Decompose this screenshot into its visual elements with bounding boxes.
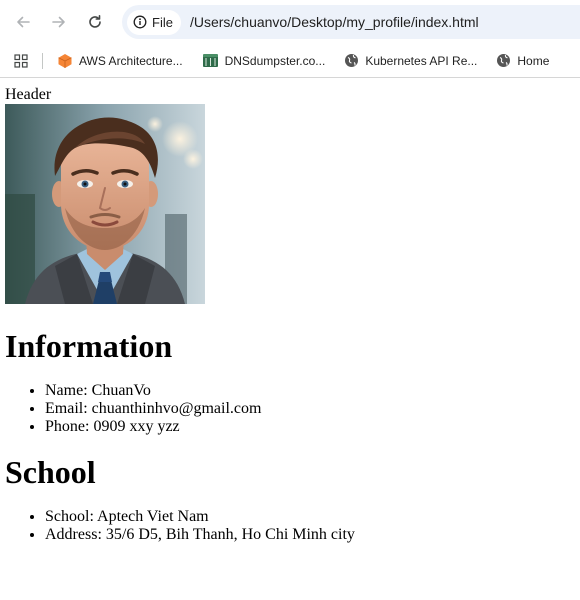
bookmark-label: Kubernetes API Re...: [365, 53, 478, 68]
dnsdumpster-icon: [202, 53, 219, 68]
bookmark-home[interactable]: Home: [496, 53, 549, 68]
school-list: School: Aptech Viet Nam Address: 35/6 D5…: [5, 508, 580, 544]
bookmarks-bar: AWS Architecture... DNSdumpster.co... Ku…: [0, 44, 580, 78]
address-bar[interactable]: File /Users/chuanvo/Desktop/my_profile/i…: [122, 5, 580, 39]
school-address-item: Address: 35/6 D5, Bih Thanh, Ho Chi Minh…: [45, 526, 580, 544]
info-name-item: Name: ChuanVo: [45, 382, 580, 400]
bookmark-label: Home: [517, 53, 550, 68]
info-phone-item: Phone: 0909 xxy yzz: [45, 418, 580, 436]
profile-photo: [5, 104, 205, 304]
apps-grid-icon[interactable]: [14, 53, 28, 68]
globe-icon: [496, 53, 511, 68]
information-list: Name: ChuanVo Email: chuanthinhvo@gmail.…: [5, 382, 580, 436]
reload-button[interactable]: [80, 7, 110, 37]
forward-arrow-icon: [51, 14, 67, 30]
info-email-item: Email: chuanthinhvo@gmail.com: [45, 400, 580, 418]
page-content: Header Information • Name: ChuanVo • Ema…: [0, 78, 580, 544]
information-heading: Information: [5, 328, 173, 364]
bookmark-dnsdumpster[interactable]: DNSdumpster.co...: [202, 53, 326, 68]
browser-toolbar: File /Users/chuanvo/Desktop/my_profile/i…: [0, 0, 580, 44]
bookmark-label: AWS Architecture...: [79, 53, 183, 68]
site-chip-label: File: [152, 14, 173, 30]
back-button[interactable]: [8, 7, 38, 37]
site-info-chip[interactable]: File: [127, 9, 181, 35]
bookmark-kubernetes-api[interactable]: Kubernetes API Re...: [344, 53, 477, 68]
forward-button[interactable]: [44, 7, 74, 37]
globe-icon: [344, 53, 359, 68]
reload-icon: [87, 14, 103, 30]
bookmarks-divider: [42, 52, 43, 69]
aws-cube-icon: [57, 53, 73, 69]
info-icon: [133, 15, 147, 29]
back-arrow-icon: [15, 14, 31, 30]
school-heading: School: [5, 454, 96, 490]
bookmark-label: DNSdumpster.co...: [224, 53, 326, 68]
header-text: Header: [5, 86, 52, 103]
browser-chrome: File /Users/chuanvo/Desktop/my_profile/i…: [0, 0, 580, 78]
bookmark-aws-architecture[interactable]: AWS Architecture...: [57, 53, 183, 69]
url-text[interactable]: /Users/chuanvo/Desktop/my_profile/index.…: [190, 14, 479, 30]
school-name-item: School: Aptech Viet Nam: [45, 508, 580, 526]
